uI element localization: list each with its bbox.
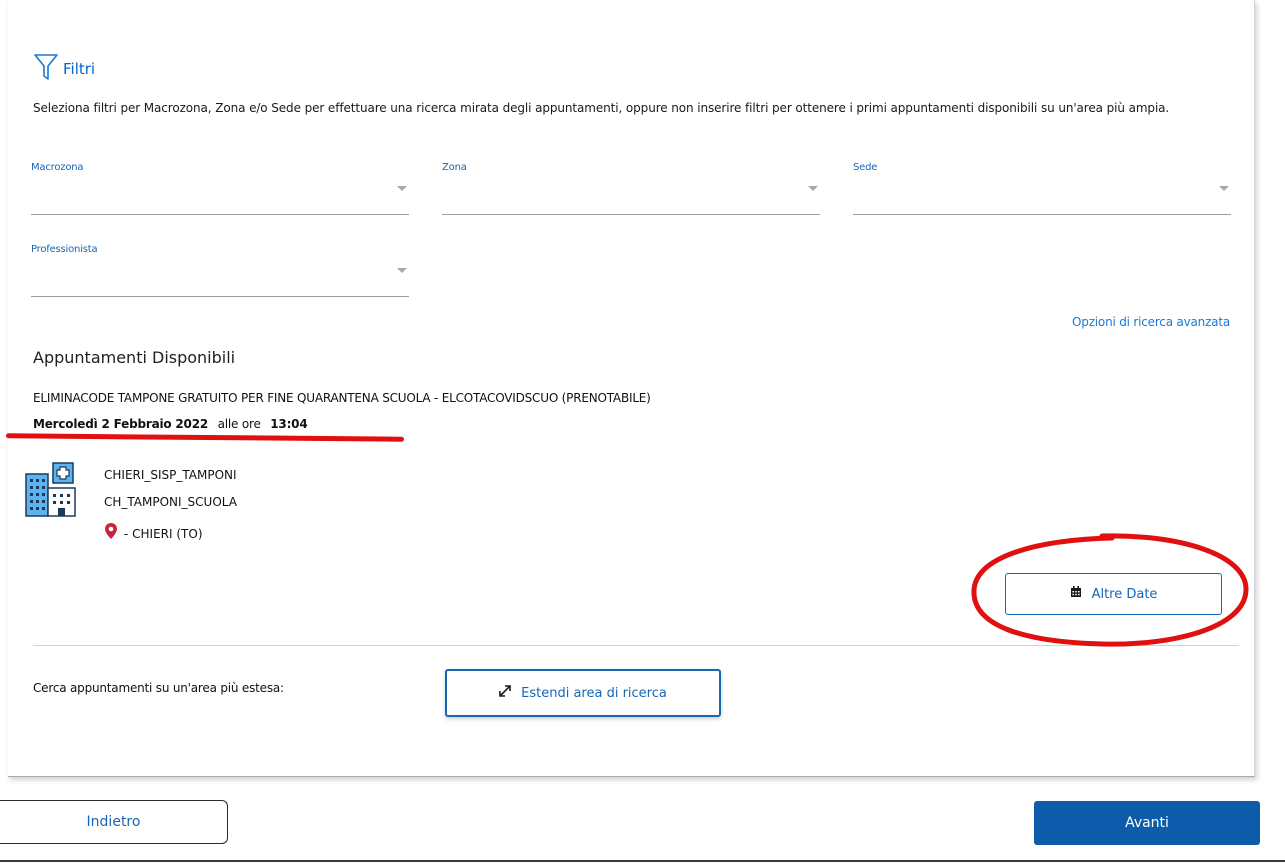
map-pin-icon [104,522,124,545]
professionista-select[interactable]: Professionista [31,244,409,297]
macrozona-underline [31,214,409,215]
sede-underline [853,214,1231,215]
other-dates-label: Altre Date [1091,586,1158,602]
filters-description: Seleziona filtri per Macrozona, Zona e/o… [33,101,1170,115]
extend-search-button-label: Estendi area di ricerca [521,685,667,701]
next-button[interactable]: Avanti [1034,801,1260,845]
macrozona-select[interactable]: Macrozona [31,162,409,215]
extend-search-label: Cerca appuntamenti su un'area più estesa… [33,681,284,695]
location-city-row: - CHIERI (TO) [104,520,237,547]
advanced-search-link[interactable]: Opzioni di ricerca avanzata [1072,315,1230,329]
chevron-down-icon [397,186,407,191]
booking-card: Filtri Seleziona filtri per Macrozona, Z… [8,0,1255,777]
expand-arrow-icon [499,685,511,701]
zona-underline [442,214,820,215]
section-divider [33,645,1239,646]
zona-label: Zona [442,162,467,173]
zona-select[interactable]: Zona [442,162,820,215]
filters-header: Filtri [33,48,95,86]
calendar-icon [1070,586,1082,602]
location-city: - CHIERI (TO) [124,526,203,541]
professionista-label: Professionista [31,244,98,255]
chevron-down-icon [1219,186,1229,191]
appointment-date: Mercoledì 2 Febbraio 2022 [33,417,208,431]
filters-title: Filtri [63,60,96,78]
sede-label: Sede [853,162,878,173]
location-details: CHIERI_SISP_TAMPONI CH_TAMPONI_SCUOLA - … [104,466,237,547]
funnel-icon [33,52,59,82]
chevron-down-icon [808,186,818,191]
macrozona-label: Macrozona [31,162,84,173]
chevron-down-icon [397,268,407,273]
appointment-time-prefix: alle ore [217,417,261,431]
bottom-border [0,860,1285,862]
appointment-datetime: Mercoledì 2 Febbraio 2022 alle ore 13:04 [33,417,308,431]
extend-search-button[interactable]: Estendi area di ricerca [445,669,721,717]
location-line-2: CH_TAMPONI_SCUOLA [104,495,237,509]
location-line-1: CHIERI_SISP_TAMPONI [104,468,237,482]
professionista-underline [31,296,409,297]
appointments-section-title: Appuntamenti Disponibili [33,348,236,367]
appointment-time: 13:04 [270,417,308,431]
other-dates-button[interactable]: Altre Date [1005,573,1222,615]
back-button[interactable]: Indietro [0,800,228,844]
service-name: ELIMINACODE TAMPONE GRATUITO PER FINE QU… [33,391,651,405]
sede-select[interactable]: Sede [853,162,1231,215]
hospital-icon [25,462,77,518]
page: Filtri Seleziona filtri per Macrozona, Z… [0,0,1285,863]
